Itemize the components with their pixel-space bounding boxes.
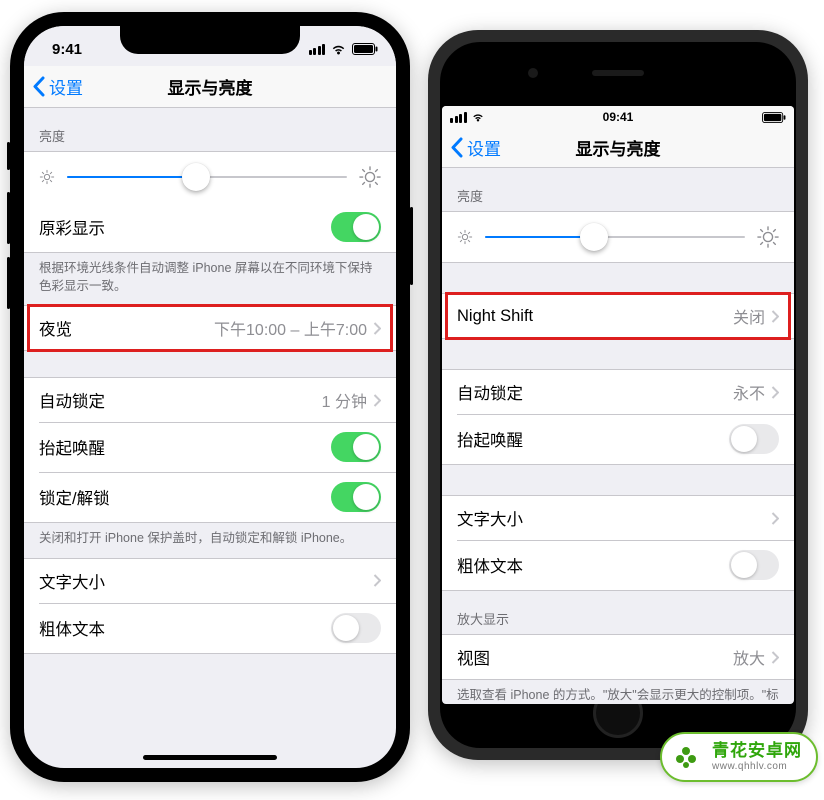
chevron-right-icon: [373, 394, 381, 407]
autolock-label: 自动锁定: [39, 388, 105, 412]
home-indicator[interactable]: [143, 755, 277, 760]
chevron-left-icon: [32, 76, 45, 97]
textsize-label: 文字大小: [39, 569, 105, 593]
sun-large-icon: [359, 166, 381, 188]
slider-fill: [485, 236, 594, 238]
slider-fill: [67, 176, 196, 178]
wifi-icon: [471, 112, 485, 122]
page-title: 显示与亮度: [168, 74, 253, 99]
notch: [120, 26, 300, 54]
textsize-row[interactable]: 文字大小: [442, 496, 794, 540]
view-value: 放大: [733, 645, 765, 669]
chevron-right-icon: [771, 386, 779, 399]
earpiece: [592, 70, 644, 76]
battery-icon: [352, 43, 378, 55]
status-bar: 09:41: [442, 106, 794, 128]
autolock-value: 1 分钟: [322, 388, 367, 412]
sun-large-icon: [757, 226, 779, 248]
chevron-left-icon: [450, 137, 463, 158]
sun-small-icon: [39, 169, 55, 185]
brightness-slider[interactable]: [442, 212, 794, 262]
back-button[interactable]: 设置: [32, 66, 83, 107]
highlight-box: [445, 292, 791, 340]
chevron-right-icon: [771, 651, 779, 664]
slider-thumb[interactable]: [580, 223, 608, 251]
status-time: 9:41: [52, 41, 82, 58]
bold-label: 粗体文本: [39, 616, 105, 640]
watermark-url: www.qhhlv.com: [712, 761, 802, 772]
battery-icon: [762, 112, 786, 123]
raise-toggle[interactable]: [729, 424, 779, 454]
watermark-logo-icon: [668, 739, 704, 775]
brightness-header: 亮度: [442, 168, 794, 211]
page-title: 显示与亮度: [576, 135, 661, 160]
brightness-header: 亮度: [24, 108, 396, 151]
lockunlock-toggle[interactable]: [331, 482, 381, 512]
truetone-row: 原彩显示: [24, 202, 396, 252]
truetone-toggle[interactable]: [331, 212, 381, 242]
lockunlock-label: 锁定/解锁: [39, 485, 110, 509]
textsize-row[interactable]: 文字大小: [24, 559, 396, 603]
bold-toggle[interactable]: [331, 613, 381, 643]
boldtext-row: 粗体文本: [442, 540, 794, 590]
boldtext-row: 粗体文本: [24, 603, 396, 653]
raise-toggle[interactable]: [331, 432, 381, 462]
raise-label: 抬起唤醒: [39, 435, 105, 459]
back-label: 设置: [49, 74, 83, 99]
autolock-row[interactable]: 自动锁定 永不: [442, 370, 794, 414]
sun-small-icon: [457, 229, 473, 245]
cell-signal-icon: [309, 44, 326, 55]
zoom-header: 放大显示: [442, 591, 794, 634]
autolock-value: 永不: [733, 380, 765, 404]
bold-toggle[interactable]: [729, 550, 779, 580]
bold-label: 粗体文本: [457, 553, 523, 577]
view-row[interactable]: 视图 放大: [442, 635, 794, 679]
lock-footer: 关闭和打开 iPhone 保护盖时，自动锁定和解锁 iPhone。: [24, 523, 396, 558]
lockunlock-row: 锁定/解锁: [24, 472, 396, 522]
autolock-row[interactable]: 自动锁定 1 分钟: [24, 378, 396, 422]
slider-thumb[interactable]: [182, 163, 210, 191]
slider-track[interactable]: [67, 176, 347, 178]
watermark-name: 青花安卓网: [712, 742, 802, 761]
raise-to-wake-row: 抬起唤醒: [442, 414, 794, 464]
status-time: 09:41: [603, 110, 634, 124]
back-button[interactable]: 设置: [450, 128, 501, 167]
watermark-badge: 青花安卓网 www.qhhlv.com: [660, 732, 818, 782]
highlight-box: [27, 304, 393, 352]
view-label: 视图: [457, 645, 490, 669]
raise-to-wake-row: 抬起唤醒: [24, 422, 396, 472]
cell-signal-icon: [450, 112, 467, 123]
zoom-footer: 选取查看 iPhone 的方式。"放大"会显示更大的控制项。"标准"会显示更多的…: [442, 680, 794, 704]
slider-track[interactable]: [485, 236, 745, 238]
truetone-label: 原彩显示: [39, 215, 105, 239]
nav-bar: 设置 显示与亮度: [442, 128, 794, 168]
brightness-slider[interactable]: [24, 152, 396, 202]
textsize-label: 文字大小: [457, 506, 523, 530]
iphone-8-frame: 09:41 设置 显示与亮度 亮度: [428, 30, 808, 760]
screen: 09:41 设置 显示与亮度 亮度: [442, 106, 794, 704]
chevron-right-icon: [771, 512, 779, 525]
iphone-x-frame: 9:41 设置 显示与亮度 亮度: [10, 12, 410, 782]
chevron-right-icon: [373, 574, 381, 587]
back-label: 设置: [467, 135, 501, 160]
nav-bar: 设置 显示与亮度: [24, 66, 396, 108]
front-camera: [528, 68, 538, 78]
truetone-footer: 根据环境光线条件自动调整 iPhone 屏幕以在不同环境下保持色彩显示一致。: [24, 253, 396, 305]
screen: 9:41 设置 显示与亮度 亮度: [24, 26, 396, 768]
autolock-label: 自动锁定: [457, 380, 523, 404]
wifi-icon: [330, 43, 347, 55]
raise-label: 抬起唤醒: [457, 427, 523, 451]
